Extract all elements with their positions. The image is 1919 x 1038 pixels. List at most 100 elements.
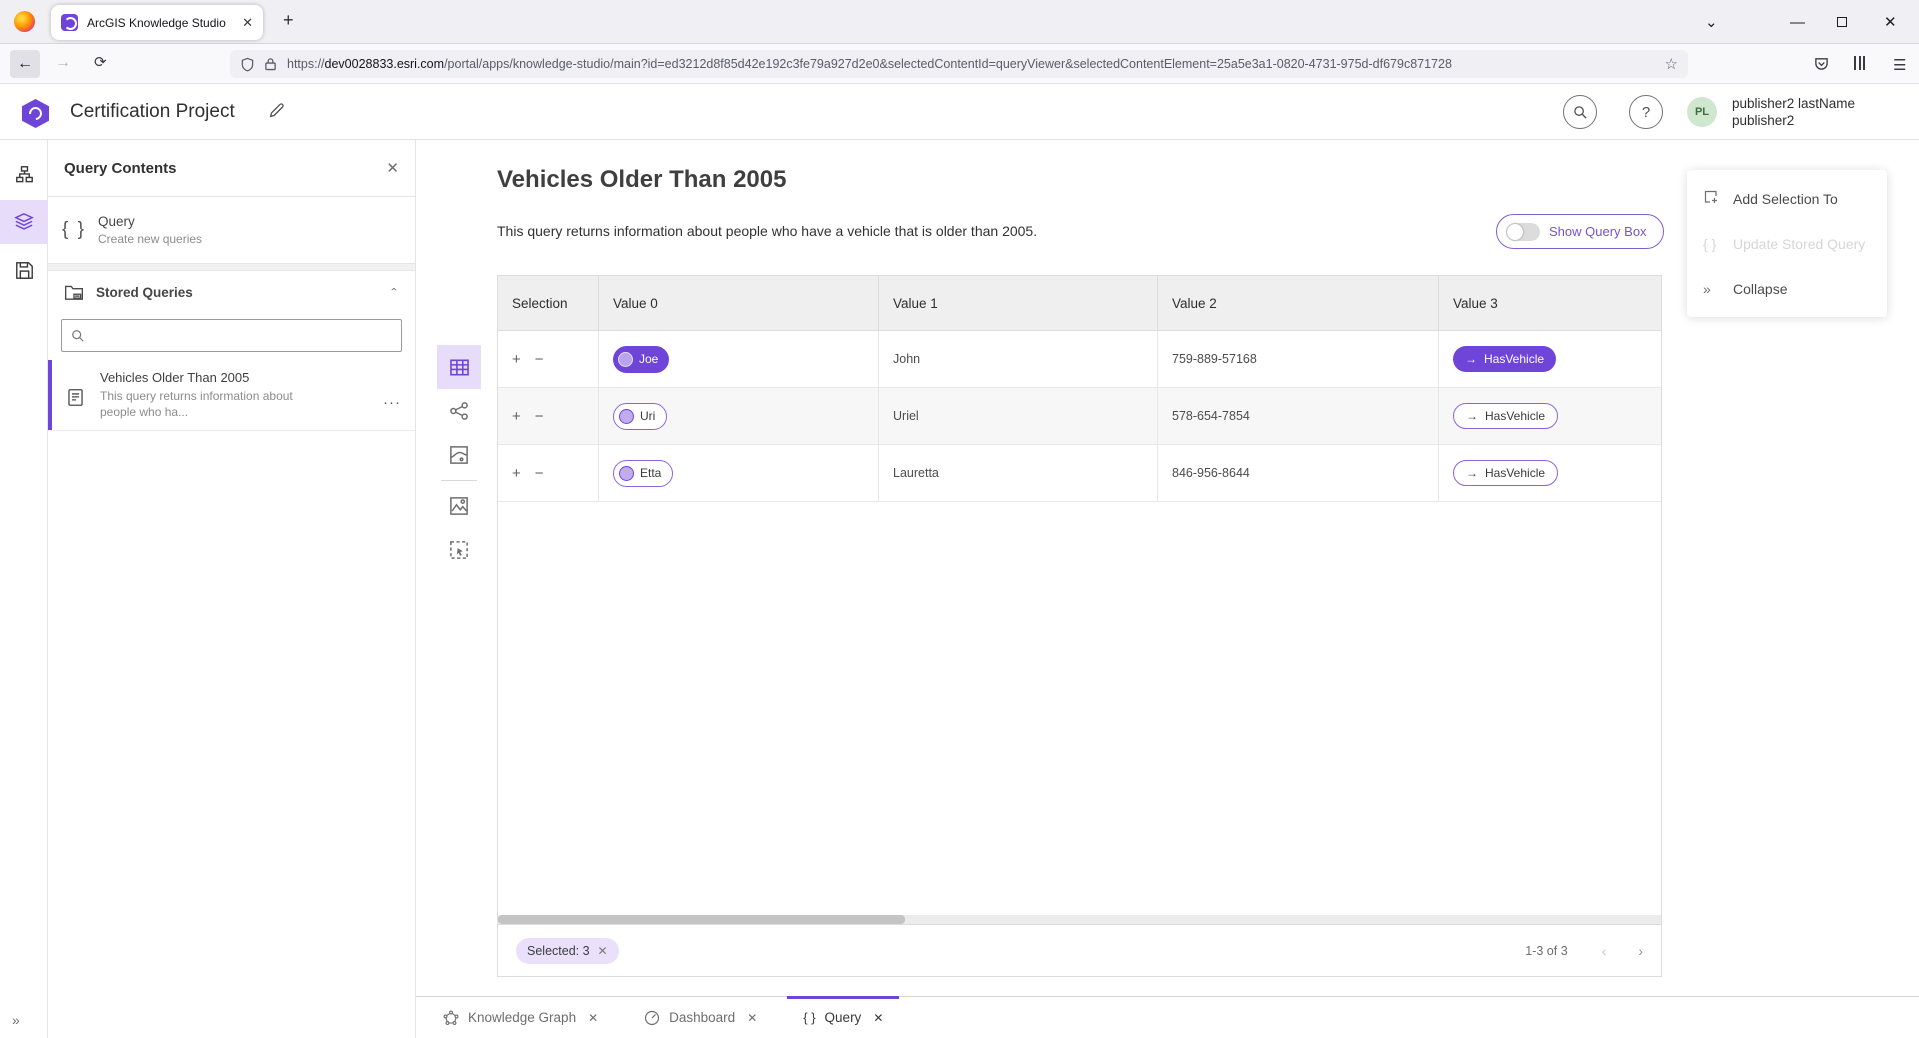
table-header: Selection Value 0 Value 1 Value 2 Value … — [498, 276, 1661, 331]
arcgis-favicon-icon — [61, 14, 78, 31]
pocket-icon[interactable] — [1814, 56, 1829, 76]
cell-value2: 578-654-7854 — [1158, 388, 1439, 444]
item-options-icon[interactable]: ··· — [383, 370, 401, 420]
link-chart-icon[interactable] — [437, 389, 481, 433]
shield-icon[interactable] — [240, 57, 255, 72]
table-row: +− Uri Uriel 578-654-7854 →HasVehicle — [498, 388, 1661, 445]
selected-count-chip[interactable]: Selected: 3✕ — [516, 938, 619, 964]
add-selection-button[interactable]: + — [512, 408, 521, 425]
map-view-icon[interactable] — [437, 433, 481, 477]
menu-item-update-stored-query[interactable]: { } Update Stored Query — [1687, 221, 1887, 266]
browser-tab-strip: ArcGIS Knowledge Studio ✕ + ⌄ — ✕ — [0, 0, 1919, 44]
menu-item-collapse[interactable]: » Collapse — [1687, 266, 1887, 311]
remove-selection-button[interactable]: − — [535, 465, 544, 482]
page-title: Vehicles Older Than 2005 — [497, 166, 786, 194]
scrollbar-thumb[interactable] — [498, 915, 905, 924]
remove-selection-button[interactable]: − — [535, 408, 544, 425]
relationship-pill[interactable]: →HasVehicle — [1453, 460, 1558, 486]
window-close-button[interactable]: ✕ — [1884, 0, 1897, 44]
stored-query-doc-icon — [66, 388, 85, 407]
col-header-value0: Value 0 — [599, 276, 879, 330]
col-header-value1: Value 1 — [879, 276, 1158, 330]
cell-value2: 759-889-57168 — [1158, 331, 1439, 387]
entity-pill[interactable]: Etta — [613, 460, 673, 487]
menu-item-add-selection-to[interactable]: Add Selection To — [1687, 176, 1887, 221]
search-icon — [71, 329, 85, 343]
project-hierarchy-icon[interactable] — [0, 152, 48, 196]
reload-button[interactable]: ⟳ — [94, 53, 107, 71]
table-empty-area — [498, 502, 1661, 915]
window-minimize-button[interactable]: — — [1790, 0, 1805, 44]
query-create-item[interactable]: { } Query Create new queries — [48, 197, 415, 263]
list-tabs-icon[interactable]: ⌄ — [1705, 0, 1718, 44]
help-button[interactable]: ? — [1629, 95, 1663, 129]
panel-close-icon[interactable]: ✕ — [386, 159, 399, 177]
prev-page-icon[interactable]: ‹ — [1602, 943, 1607, 959]
bookmark-star-icon[interactable]: ☆ — [1665, 55, 1678, 73]
relationship-pill[interactable]: →HasVehicle — [1453, 346, 1556, 372]
add-to-map-icon[interactable] — [437, 484, 481, 528]
clear-selection-icon[interactable]: ✕ — [598, 944, 608, 958]
square-plus-icon — [1703, 189, 1733, 208]
browser-tab-title: ArcGIS Knowledge Studio — [87, 16, 234, 30]
chevron-up-icon[interactable]: ⌃ — [389, 286, 399, 297]
pagination-count: 1-3 of 3 — [1525, 944, 1567, 958]
tab-query[interactable]: { } Query ✕ — [787, 997, 899, 1038]
show-query-box-toggle[interactable]: Show Query Box — [1496, 214, 1664, 249]
back-button[interactable]: ← — [10, 50, 40, 78]
col-header-value3: Value 3 — [1439, 276, 1661, 330]
search-button[interactable] — [1563, 95, 1597, 129]
toolbar-divider — [441, 480, 477, 481]
table-view-icon[interactable] — [437, 345, 481, 389]
tab-knowledge-graph[interactable]: Knowledge Graph ✕ — [427, 997, 614, 1038]
user-name: publisher2 lastName publisher2 — [1732, 95, 1855, 129]
query-contents-panel: Query Contents ✕ { } Query Create new qu… — [48, 140, 416, 1038]
remove-selection-button[interactable]: − — [535, 351, 544, 368]
search-icon — [1573, 105, 1588, 120]
firefox-logo-icon[interactable] — [14, 11, 35, 32]
window-maximize-button[interactable] — [1837, 0, 1847, 44]
search-input[interactable] — [93, 328, 392, 343]
add-selection-button[interactable]: + — [512, 465, 521, 482]
add-selection-button[interactable]: + — [512, 351, 521, 368]
left-rail: » — [0, 140, 48, 1038]
forward-button[interactable]: → — [55, 54, 71, 72]
browser-tab[interactable]: ArcGIS Knowledge Studio ✕ — [51, 5, 263, 40]
arrow-right-icon: → — [1466, 409, 1478, 423]
braces-icon: { } — [1703, 236, 1733, 252]
horizontal-scrollbar[interactable] — [498, 915, 1661, 924]
toggle-track[interactable] — [1506, 223, 1540, 241]
new-tab-button[interactable]: + — [283, 10, 294, 31]
view-tab-bar: Knowledge Graph ✕ Dashboard ✕ { } Query … — [416, 996, 1919, 1038]
stored-query-item[interactable]: Vehicles Older Than 2005 This query retu… — [48, 360, 415, 431]
tab-close-icon[interactable]: ✕ — [747, 1011, 757, 1025]
relationship-pill[interactable]: →HasVehicle — [1453, 403, 1558, 429]
menu-hamburger-icon[interactable]: ☰ — [1893, 56, 1906, 74]
expand-rail-icon[interactable]: » — [12, 1012, 20, 1028]
entity-pill[interactable]: Uri — [613, 403, 667, 430]
next-page-icon[interactable]: › — [1638, 943, 1643, 959]
col-header-selection: Selection — [498, 276, 599, 330]
braces-icon: { } — [803, 1010, 815, 1025]
stored-queries-header[interactable]: Stored Queries ⌃ — [48, 271, 415, 313]
tab-close-icon[interactable]: ✕ — [242, 15, 253, 31]
results-table: Selection Value 0 Value 1 Value 2 Value … — [497, 275, 1662, 977]
question-icon: ? — [1642, 104, 1650, 121]
library-icon[interactable] — [1854, 56, 1868, 75]
stored-query-search[interactable] — [61, 319, 402, 352]
cell-value1: John — [879, 331, 1158, 387]
entity-pill[interactable]: Joe — [613, 346, 669, 373]
cell-value1: Lauretta — [879, 445, 1158, 501]
avatar[interactable]: PL — [1687, 97, 1717, 127]
contents-layers-icon[interactable] — [0, 200, 48, 244]
save-icon[interactable] — [0, 248, 48, 292]
edit-title-icon[interactable] — [268, 102, 285, 124]
entity-dot-icon — [618, 352, 633, 367]
section-divider — [48, 263, 415, 271]
tab-close-icon[interactable]: ✕ — [873, 1011, 883, 1025]
selection-tool-icon[interactable] — [437, 528, 481, 572]
tab-dashboard[interactable]: Dashboard ✕ — [628, 997, 773, 1038]
url-bar[interactable]: https://dev0028833.esri.com/portal/apps/… — [230, 50, 1688, 78]
context-menu: Add Selection To { } Update Stored Query… — [1687, 170, 1887, 317]
tab-close-icon[interactable]: ✕ — [588, 1011, 598, 1025]
